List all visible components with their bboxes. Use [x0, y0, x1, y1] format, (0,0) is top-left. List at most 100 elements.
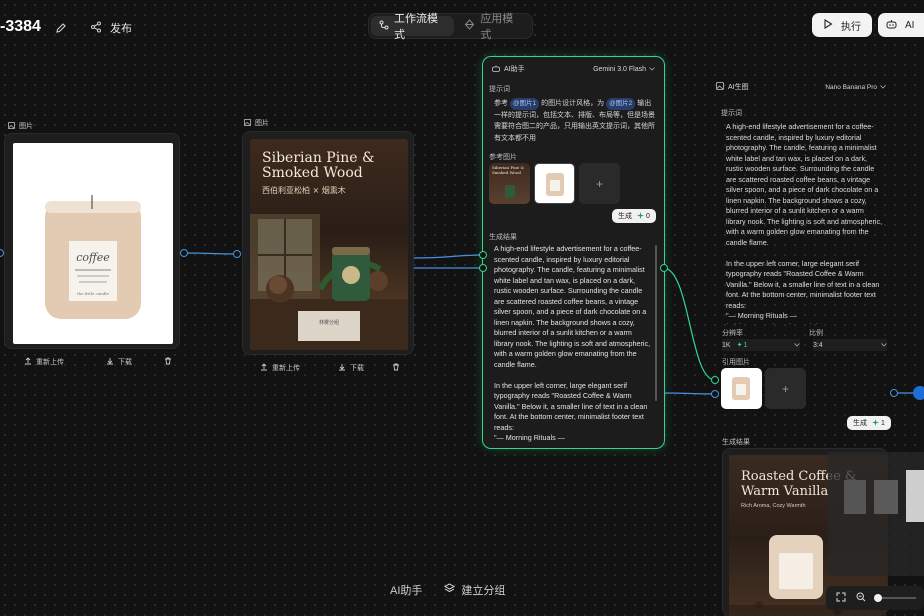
- trash-icon: [164, 357, 172, 367]
- image-generate-button[interactable]: 生成 1: [847, 416, 891, 430]
- plus-icon: +: [595, 176, 603, 191]
- pine-candle-poster: 林雾分组 Siberian Pine & Smoked Wood 西伯利亚松柏 …: [250, 139, 408, 350]
- candle-product-image: coffee the little candle: [13, 143, 173, 344]
- fit-view-icon[interactable]: [836, 589, 846, 607]
- ratio-value: 3:4: [813, 341, 823, 349]
- image-model-select[interactable]: Nano Banana Pro: [825, 84, 886, 91]
- create-group-button[interactable]: 建立分组: [444, 582, 505, 598]
- model-name: Gemini 3.0 Flash: [593, 65, 646, 73]
- delete-button[interactable]: [164, 357, 172, 367]
- ai-assistant-title: AI助手: [504, 66, 525, 73]
- layers-icon: [444, 583, 456, 597]
- create-group-label: 建立分组: [461, 585, 506, 597]
- add-ref-image-button[interactable]: +: [765, 368, 806, 409]
- chevron-down-icon: [794, 342, 800, 349]
- loading-overlay: [828, 452, 924, 576]
- reupload-button[interactable]: 重新上传: [260, 363, 300, 373]
- sparkle-icon: [637, 211, 644, 221]
- generate-count: 0: [646, 212, 650, 220]
- image-icon: [8, 121, 15, 131]
- result-text: A high-end lifestyle advertisement for a…: [494, 244, 651, 445]
- prompt-label: 提示词: [489, 86, 510, 93]
- ai-image-title: AI生图: [728, 84, 749, 91]
- ref-images-row: Siberian Pine & Smoked Wood +: [489, 163, 620, 204]
- ai-image-input-port[interactable]: [711, 390, 719, 398]
- ai-image-output-port[interactable]: [890, 389, 898, 397]
- image-prompt-text[interactable]: A high-end lifestyle advertisement for a…: [726, 122, 884, 324]
- ref-image-thumb[interactable]: [721, 368, 762, 409]
- resolution-select[interactable]: 1K ✦ 1: [722, 339, 800, 351]
- image-node-1-output-port[interactable]: [180, 249, 188, 257]
- reupload-button[interactable]: 重新上传: [24, 357, 64, 367]
- ai-assistant-toggle[interactable]: AI助手: [390, 582, 422, 598]
- download-icon: [106, 357, 114, 367]
- poster-title: Siberian Pine & Smoked Wood: [262, 150, 375, 181]
- ai-image-input-port[interactable]: [711, 376, 719, 384]
- result-label: 生成结果: [489, 234, 517, 241]
- reupload-label: 重新上传: [36, 359, 64, 366]
- ai-assistant-input-port[interactable]: [479, 251, 487, 259]
- zoom-slider[interactable]: [874, 594, 916, 602]
- trash-icon: [392, 363, 400, 373]
- image-node-2-input-port[interactable]: [233, 250, 241, 258]
- ai-assistant-node[interactable]: AI助手 Gemini 3.0 Flash 提示词 参考 @图片1 的图片设计风…: [482, 56, 665, 449]
- sparkle-icon: [872, 418, 879, 428]
- image-ref-chip[interactable]: @图片1: [509, 98, 540, 110]
- resolution-label: 分辨率: [722, 330, 743, 337]
- ref-image-label: 引用图片: [722, 359, 750, 366]
- ref-image-thumb[interactable]: [534, 163, 575, 204]
- ref-image-thumb[interactable]: Siberian Pine & Smoked Wood: [489, 163, 530, 204]
- credit-cost: 1: [872, 418, 885, 428]
- resolution-badge: 1: [743, 341, 748, 349]
- add-node-button[interactable]: [913, 386, 924, 400]
- poster-subtitle: 西伯利亚松柏 × 烟熏木: [262, 186, 346, 195]
- image-prompt-label: 提示词: [721, 110, 742, 117]
- credit-cost: 0: [637, 211, 650, 221]
- sparkle-icon: ✦: [736, 342, 743, 349]
- resolution-cost: ✦ 1: [736, 341, 748, 350]
- image-gen-icon: [716, 82, 724, 92]
- image-node-1-actions: 重新上传 下载: [24, 357, 174, 367]
- result-scrollbar[interactable]: [655, 245, 657, 401]
- ratio-select[interactable]: 3:4: [813, 339, 887, 351]
- image-node-2[interactable]: 林雾分组 Siberian Pine & Smoked Wood 西伯利亚松柏 …: [242, 131, 414, 355]
- ref-thumb-text: Siberian Pine & Smoked Wood: [492, 165, 525, 175]
- resolution-value: 1K: [722, 341, 731, 349]
- chevron-down-icon: [880, 84, 886, 91]
- generate-label: 生成: [618, 213, 632, 220]
- image-node-1[interactable]: coffee the little candle: [4, 133, 180, 349]
- zoom-controls: [826, 586, 924, 610]
- generate-button[interactable]: 生成 0: [612, 209, 656, 223]
- ai-image-header: AI生图 Nano Banana Pro: [716, 82, 886, 92]
- image-node-1-title: 图片: [19, 123, 33, 130]
- ai-assistant-output-port[interactable]: [660, 264, 668, 272]
- delete-button[interactable]: [392, 363, 400, 373]
- placeholder-block: [844, 480, 866, 514]
- generate-count: 1: [881, 419, 885, 427]
- image-icon: [244, 118, 251, 128]
- zoom-slider-handle[interactable]: [874, 594, 882, 602]
- ai-assistant-input-port[interactable]: [479, 264, 487, 272]
- upload-icon: [260, 363, 268, 373]
- zoom-out-icon[interactable]: [856, 589, 866, 607]
- bottom-toolbar: AI助手 建立分组: [372, 576, 523, 604]
- prompt-text-part: 参考: [494, 100, 508, 107]
- poster-footer-text: 林雾分组: [319, 319, 339, 326]
- ref-images-label: 参考图片: [489, 154, 517, 161]
- plus-icon: +: [781, 381, 789, 396]
- placeholder-block: [874, 480, 898, 514]
- chevron-down-icon: [649, 66, 655, 73]
- candle-brand-text: coffee: [76, 251, 110, 264]
- image-node-1-label: 图片: [8, 121, 33, 131]
- placeholder-block: [906, 470, 924, 522]
- image-ref-chip[interactable]: @图片2: [606, 98, 636, 110]
- image-node-2-actions: 重新上传 下载: [260, 363, 410, 373]
- download-button[interactable]: 下载: [106, 357, 132, 367]
- generate-label: 生成: [853, 420, 867, 427]
- model-select[interactable]: Gemini 3.0 Flash: [593, 66, 655, 73]
- robot-icon: [492, 65, 500, 74]
- download-button[interactable]: 下载: [338, 363, 364, 373]
- prompt-input[interactable]: 参考 @图片1 的图片设计风格，为 @图片2 输出一样的提示词，包括文本、排版、…: [494, 98, 656, 144]
- add-ref-image-button[interactable]: +: [579, 163, 620, 204]
- image-model-name: Nano Banana Pro: [825, 83, 877, 91]
